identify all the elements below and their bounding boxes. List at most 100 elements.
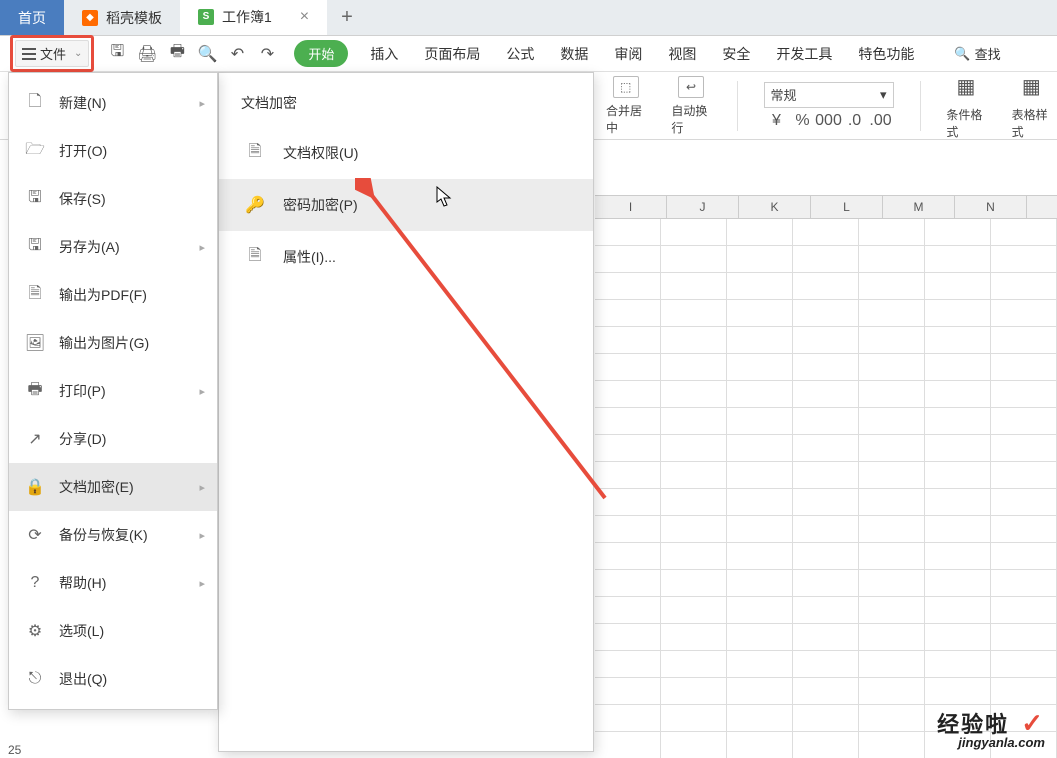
chevron-right-icon: ▸ — [199, 97, 205, 110]
separator — [737, 81, 738, 131]
increase-decimal-icon[interactable]: .00 — [872, 112, 890, 130]
toolbar-row: 文件 ⌄ 🖫 🖨 🖶 🔍 ↶ ↷ 开始 插入 页面布局 公式 数据 审阅 视图 … — [0, 36, 1057, 72]
exit-icon: ⎋ — [25, 669, 45, 689]
wrap-icon: ↩ — [678, 76, 704, 98]
menu-encrypt[interactable]: 🔒 文档加密(E) ▸ — [9, 463, 217, 511]
number-format-group: 常规 ▾ ¥ % 000 .0 .00 — [758, 82, 900, 130]
submenu-password-label: 密码加密(P) — [283, 195, 358, 215]
ribbon-tab-page-layout[interactable]: 页面布局 — [420, 38, 484, 70]
table-style-group[interactable]: ▦ 表格样式 — [1006, 72, 1057, 140]
currency-icon[interactable]: ¥ — [768, 112, 786, 130]
submenu-properties[interactable]: 🗎 属性(I)... — [219, 231, 593, 283]
ribbon-tab-start[interactable]: 开始 — [294, 40, 348, 67]
menu-print[interactable]: 🖶 打印(P) ▸ — [9, 367, 217, 415]
menu-save-as-label: 另存为(A) — [59, 237, 120, 257]
pdf-icon: 🗎 — [25, 285, 45, 305]
submenu-password[interactable]: 🔑 密码加密(P) — [219, 179, 593, 231]
ribbon-tab-view[interactable]: 视图 — [664, 38, 700, 70]
save2-icon[interactable]: 🖨 — [138, 45, 156, 63]
backup-icon: ⟳ — [25, 525, 45, 545]
file-menu: 🗋 新建(N) ▸ 🗁 打开(O) 🖫 保存(S) 🖫 另存为(A) ▸ 🗎 输… — [8, 72, 218, 710]
col-header[interactable]: N — [955, 196, 1027, 218]
menu-share-label: 分享(D) — [59, 429, 106, 449]
tab-workbook-label: 工作簿1 — [222, 7, 272, 27]
key-icon: 🔑 — [245, 195, 265, 215]
encrypt-submenu: 文档加密 🗎 文档权限(U) 🔑 密码加密(P) 🗎 属性(I)... — [218, 72, 594, 752]
tab-docer[interactable]: ◆ 稻壳模板 — [64, 0, 180, 35]
lock-icon: 🔒 — [25, 477, 45, 497]
tab-workbook[interactable]: S 工作簿1 × — [180, 0, 327, 35]
ribbon-tab-formula[interactable]: 公式 — [502, 38, 538, 70]
menu-save[interactable]: 🖫 保存(S) — [9, 175, 217, 223]
menu-save-label: 保存(S) — [59, 189, 106, 209]
merge-center-group[interactable]: ⬚ 合并居中 — [600, 76, 651, 136]
menu-help[interactable]: ? 帮助(H) ▸ — [9, 559, 217, 607]
menu-backup-label: 备份与恢复(K) — [59, 525, 148, 545]
ribbon-tab-security[interactable]: 安全 — [718, 38, 754, 70]
col-header[interactable]: J — [667, 196, 739, 218]
permission-icon: 🗎 — [245, 143, 265, 163]
auto-wrap-label: 自动换行 — [671, 102, 710, 136]
menu-new[interactable]: 🗋 新建(N) ▸ — [9, 79, 217, 127]
image-icon: 🖼 — [25, 333, 45, 353]
menu-options[interactable]: ⚙ 选项(L) — [9, 607, 217, 655]
percent-icon[interactable]: % — [794, 112, 812, 130]
ribbon-tab-data[interactable]: 数据 — [556, 38, 592, 70]
decrease-decimal-icon[interactable]: .0 — [846, 112, 864, 130]
print-icon: 🖶 — [25, 381, 45, 401]
menu-open[interactable]: 🗁 打开(O) — [9, 127, 217, 175]
cond-format-icon: ▦ — [951, 72, 981, 102]
auto-wrap-group[interactable]: ↩ 自动换行 — [665, 76, 716, 136]
tab-home-label: 首页 — [18, 8, 46, 28]
submenu-permission-label: 文档权限(U) — [283, 143, 358, 163]
find-button[interactable]: 🔍 查找 — [954, 44, 1000, 63]
file-button-label: 文件 — [40, 44, 66, 63]
chevron-right-icon: ▸ — [199, 385, 205, 398]
chevron-right-icon: ▸ — [199, 529, 205, 542]
ribbon-tab-dev-tools[interactable]: 开发工具 — [772, 38, 836, 70]
help-icon: ? — [25, 573, 45, 593]
col-header[interactable]: I — [595, 196, 667, 218]
chevron-down-icon: ⌄ — [74, 48, 82, 59]
menu-save-as[interactable]: 🖫 另存为(A) ▸ — [9, 223, 217, 271]
col-header[interactable]: L — [811, 196, 883, 218]
table-style-label: 表格样式 — [1012, 106, 1051, 140]
print-icon[interactable]: 🖶 — [168, 45, 186, 63]
save-as-icon: 🖫 — [25, 237, 45, 257]
comma-icon[interactable]: 000 — [820, 112, 838, 130]
save-icon[interactable]: 🖫 — [108, 45, 126, 63]
chevron-right-icon: ▸ — [199, 241, 205, 254]
number-format-value: 常规 — [771, 85, 797, 104]
col-header[interactable]: K — [739, 196, 811, 218]
preview-icon[interactable]: 🔍 — [198, 45, 216, 63]
file-button[interactable]: 文件 ⌄ — [15, 40, 89, 67]
undo-icon[interactable]: ↶ — [228, 45, 246, 63]
menu-backup[interactable]: ⟳ 备份与恢复(K) ▸ — [9, 511, 217, 559]
close-icon[interactable]: × — [300, 8, 309, 26]
menu-exit-label: 退出(Q) — [59, 669, 107, 689]
tab-home[interactable]: 首页 — [0, 0, 64, 35]
quick-access-toolbar: 🖫 🖨 🖶 🔍 ↶ ↷ — [108, 45, 276, 63]
menu-export-image[interactable]: 🖼 输出为图片(G) — [9, 319, 217, 367]
chevron-right-icon: ▸ — [199, 481, 205, 494]
cond-format-group[interactable]: ▦ 条件格式 — [940, 72, 991, 140]
menu-exit[interactable]: ⎋ 退出(Q) — [9, 655, 217, 703]
chevron-down-icon: ▾ — [880, 87, 887, 103]
number-format-select[interactable]: 常规 ▾ — [764, 82, 894, 108]
col-header[interactable]: M — [883, 196, 955, 218]
search-icon: 🔍 — [954, 46, 970, 62]
add-tab-button[interactable]: + — [327, 0, 367, 35]
menu-share[interactable]: ↗ 分享(D) — [9, 415, 217, 463]
menu-export-pdf[interactable]: 🗎 输出为PDF(F) — [9, 271, 217, 319]
table-style-icon: ▦ — [1016, 72, 1046, 102]
ribbon-tab-insert[interactable]: 插入 — [366, 38, 402, 70]
menu-export-pdf-label: 输出为PDF(F) — [59, 285, 147, 305]
ribbon-tab-special[interactable]: 特色功能 — [854, 38, 918, 70]
menu-options-label: 选项(L) — [59, 621, 104, 641]
menu-print-label: 打印(P) — [59, 381, 106, 401]
redo-icon[interactable]: ↷ — [258, 45, 276, 63]
submenu-permission[interactable]: 🗎 文档权限(U) — [219, 127, 593, 179]
ribbon-tab-review[interactable]: 审阅 — [610, 38, 646, 70]
spreadsheet-grid[interactable] — [595, 219, 1057, 758]
cond-format-label: 条件格式 — [946, 106, 985, 140]
